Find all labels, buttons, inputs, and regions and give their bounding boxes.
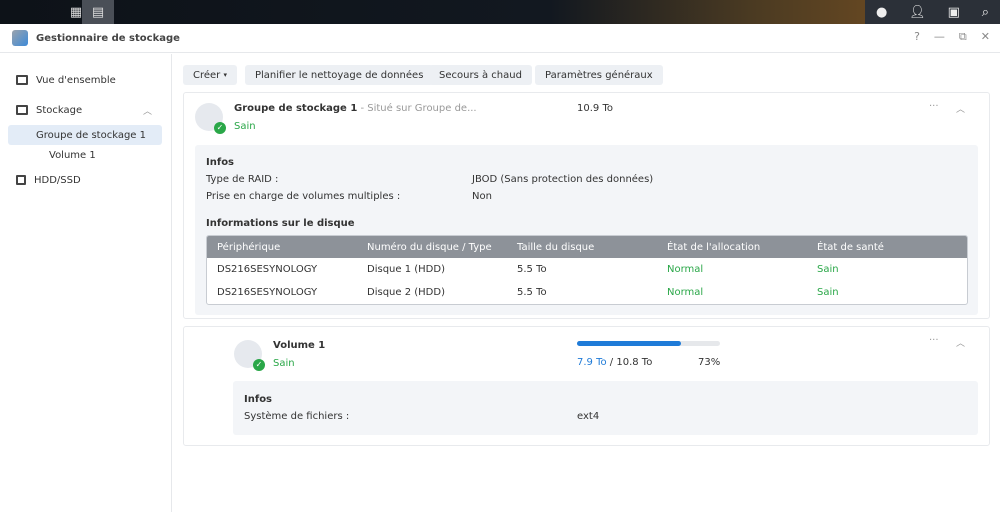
info-heading: Infos	[206, 157, 235, 168]
sidebar-item-overview[interactable]: Vue d'ensemble	[8, 70, 162, 90]
sidebar: Vue d'ensemble Stockage ︿ Groupe de stock…	[0, 54, 172, 512]
table-row[interactable]: DS216SESYNOLOGY Disque 2 (HDD) 5.5 To No…	[207, 281, 967, 304]
widgets-icon[interactable]: ▣	[948, 5, 960, 20]
cell-health: Sain	[817, 287, 839, 298]
taskbar: ▦ ▤ ● 👤︎ ▣ ⌕	[0, 0, 1000, 24]
more-icon[interactable]: ···	[929, 335, 939, 346]
hot-spare-button[interactable]: Secours à chaud	[429, 65, 532, 85]
chat-icon[interactable]: ●	[876, 5, 887, 20]
cell-size: 5.5 To	[517, 287, 547, 298]
column-header[interactable]: Numéro du disque / Type	[357, 236, 507, 258]
used-size: 7.9 To	[577, 357, 607, 368]
schedule-scrubbing-button[interactable]: Planifier le nettoyage de données	[245, 65, 434, 85]
volume-card: ✓ Volume 1 Sain 7.9 To / 10.8 To 73% ···…	[183, 326, 990, 446]
sidebar-item-label: Vue d'ensemble	[36, 74, 116, 86]
window-title: Gestionnaire de stockage	[36, 32, 180, 44]
create-button[interactable]: Créer ▾	[183, 65, 237, 85]
sidebar-item-hdd-ssd[interactable]: HDD/SSD	[8, 170, 162, 190]
size-separator: /	[606, 357, 617, 368]
disk-info-heading: Informations sur le disque	[206, 218, 355, 229]
usage-percent: 73%	[698, 357, 721, 368]
help-button[interactable]: ?	[914, 30, 920, 44]
check-icon: ✓	[253, 359, 265, 371]
more-icon[interactable]: ···	[929, 101, 939, 112]
chevron-up-icon[interactable]: ︿	[956, 102, 965, 115]
sidebar-item-storage-pool-1[interactable]: Groupe de stockage 1	[8, 125, 162, 145]
overview-icon	[16, 75, 28, 85]
chevron-up-icon[interactable]: ︿	[956, 336, 965, 349]
sidebar-item-volume-1[interactable]: Volume 1	[8, 145, 162, 165]
volume-info-panel: Infos Système de fichiers : ext4	[233, 381, 978, 435]
pool-location: - Situé sur Groupe de...	[357, 103, 477, 114]
pool-status: Sain	[234, 121, 256, 132]
cell-disk: Disque 2 (HDD)	[367, 287, 445, 298]
search-icon[interactable]: ⌕	[982, 5, 989, 20]
usage-bar	[577, 341, 720, 346]
sidebar-item-label: HDD/SSD	[34, 174, 81, 186]
sidebar-item-label: Volume 1	[49, 149, 96, 161]
storage-pool-card: ✓ Groupe de stockage 1 - Situé sur Group…	[183, 92, 990, 319]
storage-icon	[16, 105, 28, 115]
usage-bar-fill	[577, 341, 682, 346]
cell-disk: Disque 1 (HDD)	[367, 264, 445, 275]
check-icon: ✓	[214, 122, 226, 134]
storage-pool-icon: ✓	[195, 103, 226, 134]
cell-size: 5.5 To	[517, 264, 547, 275]
column-header[interactable]: État de l'allocation	[657, 236, 807, 258]
sidebar-item-label: Stockage	[36, 104, 83, 116]
cell-device: DS216SESYNOLOGY	[217, 264, 318, 275]
volume-cube-icon: ✓	[234, 340, 265, 371]
chevron-up-icon[interactable]: ︿	[143, 104, 152, 117]
multi-volume-label: Prise en charge de volumes multiples :	[206, 191, 401, 202]
raid-type-value: JBOD (Sans protection des données)	[472, 174, 654, 185]
volume-status: Sain	[273, 358, 295, 369]
column-header[interactable]: Périphérique	[207, 236, 357, 258]
filesystem-value: ext4	[577, 411, 600, 422]
user-icon[interactable]: 👤︎	[909, 5, 926, 20]
pool-size: 10.9 To	[577, 103, 613, 114]
sidebar-item-storage[interactable]: Stockage ︿	[8, 100, 162, 120]
caret-down-icon: ▾	[223, 71, 227, 79]
table-row[interactable]: DS216SESYNOLOGY Disque 1 (HDD) 5.5 To No…	[207, 258, 967, 281]
global-settings-button[interactable]: Paramètres généraux	[535, 65, 663, 85]
storage-manager-icon	[12, 30, 28, 46]
cell-allocation: Normal	[667, 264, 704, 275]
close-button[interactable]: ✕	[981, 30, 990, 44]
multi-volume-value: Non	[472, 191, 492, 202]
window-titlebar: Gestionnaire de stockage ? — ⧉ ✕	[0, 24, 1000, 53]
disk-table: Périphérique Numéro du disque / Type Tai…	[206, 235, 968, 305]
info-heading: Infos	[244, 394, 273, 405]
table-header: Périphérique Numéro du disque / Type Tai…	[207, 236, 967, 258]
column-header[interactable]: État de santé	[807, 236, 967, 258]
minimize-button[interactable]: —	[934, 30, 945, 44]
disk-icon	[16, 175, 26, 185]
storage-manager-icon[interactable]: ▤	[82, 0, 114, 24]
column-header[interactable]: Taille du disque	[507, 236, 657, 258]
cell-device: DS216SESYNOLOGY	[217, 287, 318, 298]
cell-health: Sain	[817, 264, 839, 275]
pool-name: Groupe de stockage 1	[234, 103, 358, 114]
volume-name: Volume 1	[273, 340, 326, 351]
filesystem-label: Système de fichiers :	[244, 411, 350, 422]
restore-button[interactable]: ⧉	[959, 30, 967, 44]
raid-type-label: Type de RAID :	[206, 174, 279, 185]
total-size: 10.8 To	[616, 357, 653, 368]
cell-allocation: Normal	[667, 287, 704, 298]
sidebar-item-label: Groupe de stockage 1	[36, 129, 146, 141]
